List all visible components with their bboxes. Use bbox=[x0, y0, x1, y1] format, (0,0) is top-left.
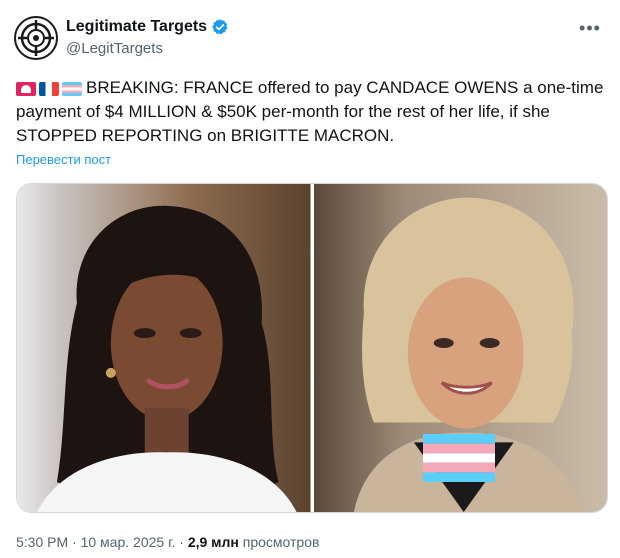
views-label: просмотров bbox=[242, 534, 320, 550]
author-handle[interactable]: @LegitTargets bbox=[66, 40, 229, 57]
author-names: Legitimate Targets @LegitTargets bbox=[66, 18, 229, 57]
transgender-flag-icon bbox=[62, 82, 82, 96]
tweet-date[interactable]: 10 мар. 2025 г. bbox=[81, 534, 176, 550]
translate-post-link[interactable]: Перевести пост bbox=[16, 152, 111, 167]
photo-left[interactable] bbox=[17, 184, 311, 512]
tweet-time[interactable]: 5:30 PM bbox=[16, 534, 68, 550]
france-flag-icon bbox=[39, 82, 59, 96]
footer-separator: · bbox=[179, 534, 184, 550]
more-options-icon[interactable]: ••• bbox=[578, 18, 602, 38]
emoji-group bbox=[16, 82, 82, 96]
verified-badge-icon[interactable] bbox=[211, 18, 229, 36]
footer-separator: · bbox=[72, 534, 77, 550]
media-grid bbox=[16, 183, 608, 513]
author-display-name[interactable]: Legitimate Targets bbox=[66, 18, 207, 36]
transgender-flag-icon bbox=[422, 434, 495, 482]
avatar[interactable] bbox=[14, 16, 58, 60]
tweet-text: BREAKING: FRANCE offered to pay CANDACE … bbox=[16, 78, 604, 145]
rotating-light-icon bbox=[16, 82, 36, 96]
tweet-text-block: BREAKING: FRANCE offered to pay CANDACE … bbox=[16, 76, 606, 148]
crosshair-target-icon bbox=[18, 20, 54, 56]
tweet-header: Legitimate Targets @LegitTargets ••• bbox=[14, 14, 606, 62]
photo-right[interactable] bbox=[313, 184, 607, 512]
tweet-footer: 5:30 PM · 10 мар. 2025 г. · 2,9 млн прос… bbox=[16, 534, 319, 550]
author-display-name-row[interactable]: Legitimate Targets bbox=[66, 18, 229, 36]
views-count: 2,9 млн bbox=[187, 534, 239, 550]
photo-woman-left bbox=[17, 184, 311, 512]
